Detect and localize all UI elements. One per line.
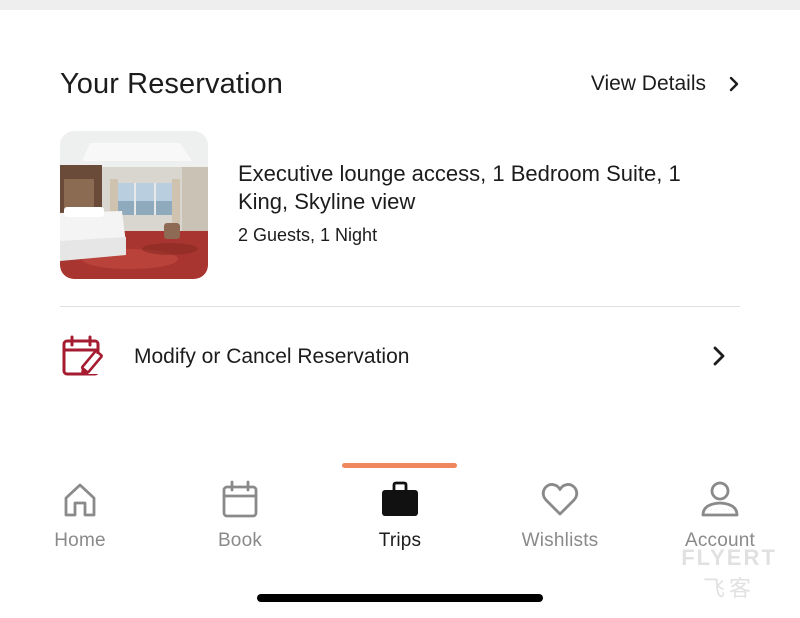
- tab-label: Trips: [378, 530, 422, 551]
- tab-trips[interactable]: Trips: [320, 463, 480, 563]
- chevron-right-icon: [713, 346, 725, 366]
- section-divider: [60, 306, 740, 307]
- watermark: FLYERT 飞客: [664, 545, 794, 603]
- modify-cancel-label: Modify or Cancel Reservation: [134, 345, 410, 368]
- tab-label: Home: [54, 530, 106, 551]
- tab-book[interactable]: Book: [160, 463, 320, 563]
- calendar-edit-icon: [62, 335, 103, 376]
- view-details-label: View Details: [590, 72, 706, 95]
- room-card[interactable]: Executive lounge access, 1 Bedroom Suite…: [60, 131, 740, 281]
- room-photo: [60, 131, 208, 279]
- room-name: Executive lounge access, 1 Bedroom Suite…: [238, 161, 681, 214]
- watermark-line2: 飞客: [702, 576, 755, 601]
- home-indicator[interactable]: [257, 594, 543, 602]
- tab-home[interactable]: Home: [0, 463, 160, 563]
- person-icon: [701, 481, 739, 517]
- home-icon: [64, 483, 96, 517]
- calendar-icon: [222, 480, 258, 518]
- briefcase-icon: [382, 481, 418, 516]
- reservation-title: Your Reservation: [60, 68, 283, 100]
- tab-label: Wishlists: [521, 530, 599, 551]
- watermark-line1: FLYERT: [681, 545, 777, 570]
- tab-label: Book: [217, 530, 263, 551]
- heart-icon: [541, 483, 579, 516]
- modify-cancel-row[interactable]: Modify or Cancel Reservation: [60, 334, 740, 380]
- reservation-header: Your Reservation View Details: [60, 66, 740, 106]
- room-guests-nights: 2 Guests, 1 Night: [238, 225, 378, 245]
- status-strip: [0, 0, 800, 10]
- chevron-right-icon: [729, 76, 739, 92]
- view-details-link[interactable]: View Details: [591, 72, 740, 96]
- tab-wishlists[interactable]: Wishlists: [480, 463, 640, 563]
